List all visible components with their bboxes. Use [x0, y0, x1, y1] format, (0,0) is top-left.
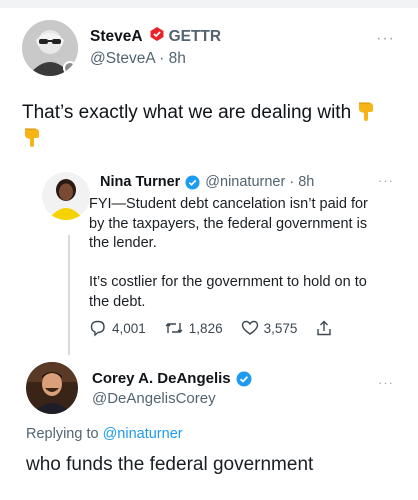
nina-name[interactable]: Nina Turner — [100, 174, 180, 190]
retweet-action[interactable]: 1,826 — [164, 319, 223, 337]
corey-name[interactable]: Corey A. DeAngelis — [92, 370, 231, 387]
steve-header-line1: SteveA GETTR — [90, 26, 221, 47]
quoted-line: the lender. — [89, 235, 157, 251]
quoted-line: FYI—Student debt cancelation isn’t paid … — [89, 196, 368, 212]
quoted-line: by the taxpayers, the federal government… — [89, 215, 368, 232]
nina-handle-time[interactable]: @ninaturner · 8h — [205, 174, 314, 190]
thread-connector-line — [68, 235, 70, 355]
replying-to-handle[interactable]: @ninaturner — [103, 426, 183, 442]
nina-header: Nina Turner @ninaturner · 8h — [100, 174, 314, 190]
reply-action[interactable]: 4,001 — [89, 319, 146, 337]
more-options-icon[interactable]: ··· — [378, 174, 394, 187]
quoted-tweet-actions: 4,001 1,826 3,575 — [89, 318, 356, 338]
more-options-icon[interactable]: ··· — [378, 376, 394, 389]
corey-handle[interactable]: @DeAngelisCorey — [92, 390, 216, 407]
reply-text: who funds the federal government — [26, 454, 314, 475]
steve-name[interactable]: SteveA — [90, 28, 143, 46]
retweet-icon — [164, 319, 189, 337]
share-icon — [315, 319, 338, 337]
share-action[interactable] — [315, 319, 338, 337]
backhand-index-pointing-down-icon-2 — [22, 126, 42, 153]
heart-icon — [241, 319, 264, 337]
like-action[interactable]: 3,575 — [241, 319, 298, 337]
reply-count: 4,001 — [112, 320, 146, 336]
corey-header: Corey A. DeAngelis — [92, 370, 252, 387]
nina-avatar[interactable] — [42, 172, 90, 220]
steve-handle-time[interactable]: @SteveA · 8h — [90, 50, 186, 68]
quoted-line: the debt. — [89, 293, 146, 310]
gettr-label: GETTR — [168, 27, 222, 45]
corey-avatar[interactable] — [26, 362, 78, 414]
backhand-index-pointing-down-icon — [356, 100, 376, 130]
quoted-line: It’s costlier for the government to hold… — [89, 274, 367, 290]
verified-badge-icon — [236, 371, 252, 387]
retweet-count: 1,826 — [188, 320, 223, 336]
post-text-content: That’s exactly what we are dealing with — [22, 102, 352, 123]
more-options-icon[interactable]: ··· — [376, 31, 395, 47]
verified-badge-icon — [185, 174, 200, 190]
steve-avatar[interactable] — [22, 20, 78, 76]
quoted-tweet-text: FYI—Student debt cancelation isn’t paid … — [89, 195, 409, 312]
post-text: That’s exactly what we are dealing with — [22, 100, 402, 130]
reply-icon — [89, 319, 112, 337]
like-count: 3,575 — [263, 320, 298, 336]
replying-to-label: Replying to — [26, 426, 99, 442]
replying-to: Replying to @ninaturner — [26, 426, 183, 442]
gettr-logo-icon — [149, 26, 165, 47]
top-bar — [0, 0, 418, 8]
